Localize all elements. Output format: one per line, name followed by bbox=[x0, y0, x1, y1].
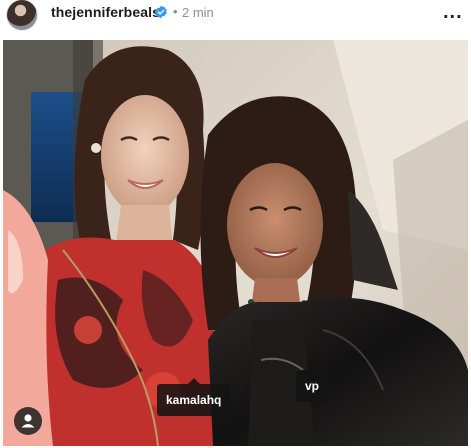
post-header: thejenniferbeals • 2 min ... bbox=[0, 0, 471, 36]
profile-avatar[interactable] bbox=[7, 0, 37, 30]
user-tag-vp[interactable]: vp bbox=[296, 364, 329, 402]
photo-illustration bbox=[3, 40, 468, 446]
verified-badge-icon bbox=[155, 5, 167, 19]
post-timestamp: 2 min bbox=[182, 5, 214, 20]
more-options-icon[interactable]: ... bbox=[443, 2, 463, 22]
separator-dot: • bbox=[173, 4, 178, 19]
user-tag-icon bbox=[21, 414, 35, 428]
username-link[interactable]: thejenniferbeals bbox=[51, 4, 160, 20]
instagram-post: thejenniferbeals • 2 min ... kamalahq vp bbox=[0, 0, 471, 448]
post-photo[interactable]: kamalahq vp bbox=[3, 40, 468, 446]
user-tag-kamalahq[interactable]: kamalahq bbox=[157, 378, 231, 416]
show-tags-button[interactable] bbox=[14, 407, 42, 435]
